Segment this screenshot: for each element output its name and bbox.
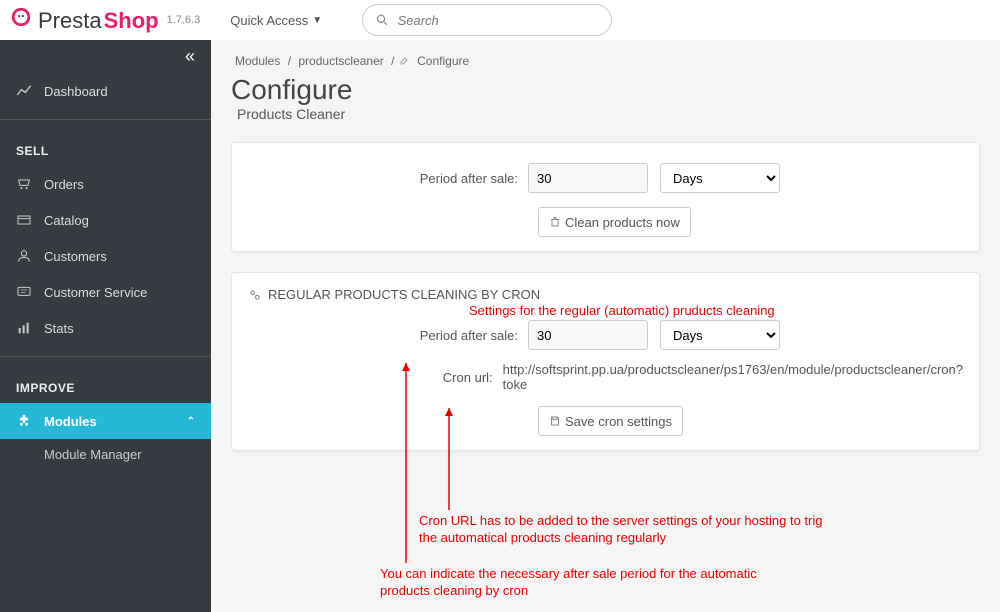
quick-access-label: Quick Access bbox=[230, 13, 308, 28]
nav-stats[interactable]: Stats bbox=[0, 310, 211, 346]
catalog-icon bbox=[16, 212, 32, 228]
period-input[interactable] bbox=[528, 163, 648, 193]
annotation-2: Cron URL has to be added to the server s… bbox=[419, 513, 829, 547]
logo-icon bbox=[10, 6, 32, 28]
nav-label: Customers bbox=[44, 249, 107, 264]
breadcrumb-c: Configure bbox=[417, 54, 469, 68]
section-improve: IMPROVE bbox=[0, 367, 211, 403]
cron-url-value: http://softsprint.pp.ua/productscleaner/… bbox=[503, 362, 963, 392]
nav-orders[interactable]: Orders bbox=[0, 166, 211, 202]
quick-access-dropdown[interactable]: Quick Access ▼ bbox=[230, 13, 322, 28]
version-label: 1.7.6.3 bbox=[167, 14, 201, 26]
breadcrumb-a[interactable]: Modules bbox=[235, 54, 280, 68]
cron-url-label: Cron url: bbox=[248, 370, 503, 385]
nav-modules[interactable]: Modules ⌃ bbox=[0, 403, 211, 439]
cron-unit-select[interactable]: Days bbox=[660, 320, 780, 350]
cron-period-label: Period after sale: bbox=[248, 328, 528, 343]
logo-text-b: Shop bbox=[104, 8, 159, 34]
page-subtitle: Products Cleaner bbox=[237, 106, 980, 122]
nav-label: Orders bbox=[44, 177, 84, 192]
nav-label: Catalog bbox=[44, 213, 89, 228]
search-box[interactable] bbox=[362, 4, 612, 36]
breadcrumb: Modules / productscleaner / Configure bbox=[231, 40, 980, 74]
period-unit-select[interactable]: Days bbox=[660, 163, 780, 193]
nav-customers[interactable]: Customers bbox=[0, 238, 211, 274]
logo-text-a: Presta bbox=[38, 8, 102, 34]
topbar: PrestaShop 1.7.6.3 Quick Access ▼ bbox=[0, 0, 1000, 40]
page-title: Configure bbox=[231, 74, 980, 106]
collapse-button[interactable]: « bbox=[0, 40, 211, 73]
annotation-3: You can indicate the necessary after sal… bbox=[380, 566, 760, 600]
section-sell: SELL bbox=[0, 130, 211, 166]
gears-icon bbox=[248, 288, 262, 302]
chevron-up-icon: ⌃ bbox=[187, 416, 195, 427]
caret-down-icon: ▼ bbox=[312, 15, 322, 26]
chat-icon bbox=[16, 284, 32, 300]
save-cron-button[interactable]: Save cron settings bbox=[538, 406, 683, 436]
wrench-icon bbox=[398, 55, 410, 67]
logo: PrestaShop bbox=[10, 6, 159, 34]
save-icon bbox=[549, 415, 561, 427]
dashboard-icon bbox=[16, 83, 32, 99]
nav-label: Stats bbox=[44, 321, 74, 336]
nav-module-manager[interactable]: Module Manager bbox=[0, 439, 211, 470]
nav-dashboard[interactable]: Dashboard bbox=[0, 73, 211, 109]
nav-label: Dashboard bbox=[44, 84, 108, 99]
panel-manual-clean: Period after sale: Days Clean products n… bbox=[231, 142, 980, 252]
sidebar: « Dashboard SELL Orders Catalog Customer… bbox=[0, 40, 211, 612]
person-icon bbox=[16, 248, 32, 264]
nav-label: Customer Service bbox=[44, 285, 147, 300]
cart-icon bbox=[16, 176, 32, 192]
search-icon bbox=[375, 12, 389, 28]
main-content: Modules / productscleaner / Configure Co… bbox=[211, 40, 1000, 612]
nav-catalog[interactable]: Catalog bbox=[0, 202, 211, 238]
stats-icon bbox=[16, 320, 32, 336]
trash-icon bbox=[549, 216, 561, 228]
panel-cron-clean: REGULAR PRODUCTS CLEANING BY CRON Period… bbox=[231, 272, 980, 451]
button-label: Clean products now bbox=[565, 215, 680, 230]
breadcrumb-b[interactable]: productscleaner bbox=[298, 54, 383, 68]
search-input[interactable] bbox=[398, 13, 600, 28]
period-label: Period after sale: bbox=[248, 171, 528, 186]
nav-customer-service[interactable]: Customer Service bbox=[0, 274, 211, 310]
puzzle-icon bbox=[16, 413, 32, 429]
button-label: Save cron settings bbox=[565, 414, 672, 429]
panel-heading: REGULAR PRODUCTS CLEANING BY CRON bbox=[268, 287, 540, 302]
cron-period-input[interactable] bbox=[528, 320, 648, 350]
clean-now-button[interactable]: Clean products now bbox=[538, 207, 691, 237]
nav-label: Modules bbox=[44, 414, 97, 429]
